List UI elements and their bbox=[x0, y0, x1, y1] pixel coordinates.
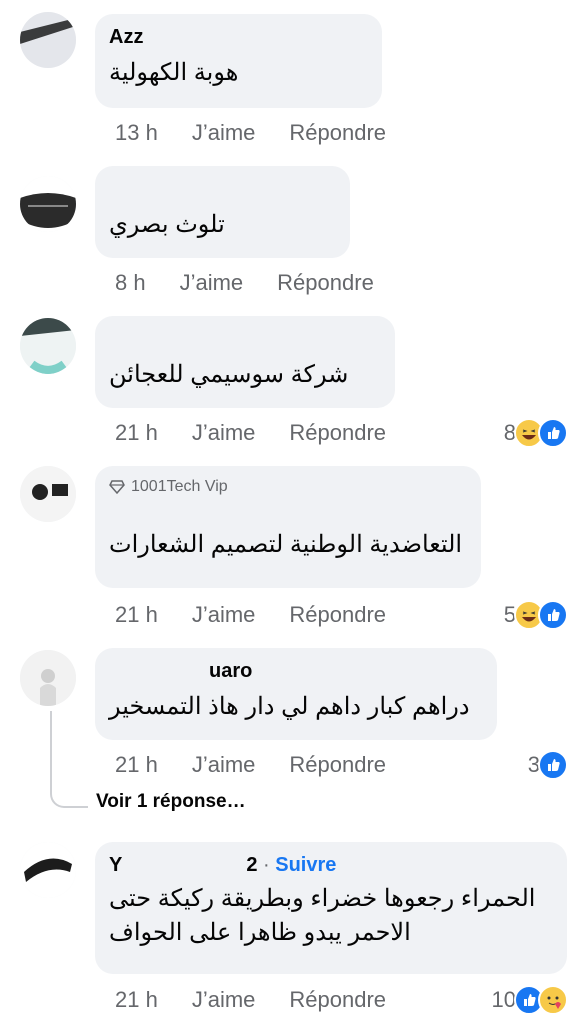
comment-time[interactable]: 21 h bbox=[115, 987, 158, 1013]
comment-author[interactable]: uaro bbox=[109, 658, 483, 684]
avatar[interactable] bbox=[20, 318, 76, 374]
comment-author[interactable]: Y2 · Suivre bbox=[109, 852, 553, 878]
reaction-summary[interactable]: 10 bbox=[492, 985, 568, 1015]
comment-actions: 21 h J’aime Répondre bbox=[115, 602, 386, 628]
avatar[interactable] bbox=[20, 842, 76, 898]
like-icon bbox=[538, 750, 568, 780]
reply-button[interactable]: Répondre bbox=[289, 752, 386, 778]
comment-text: تلوث بصري bbox=[109, 211, 225, 238]
avatar[interactable] bbox=[20, 650, 76, 706]
comment-time[interactable]: 21 h bbox=[115, 602, 158, 628]
diamond-icon bbox=[109, 480, 125, 494]
comment-text: هوبة الكهولية bbox=[109, 59, 239, 86]
comment-bubble: Y2 · Suivre الحمراء رجعوها خضراء وبطريقة… bbox=[95, 842, 567, 974]
like-button[interactable]: J’aime bbox=[192, 120, 256, 146]
comment-bubble: شركة سوسيمي للعجائن bbox=[95, 316, 395, 408]
comment-text-line-1: الحمراء رجعوها خضراء وبطريقة ركيكة حتى bbox=[109, 885, 536, 912]
comment-author[interactable] bbox=[109, 176, 336, 202]
care-icon bbox=[538, 985, 568, 1015]
thread-line bbox=[50, 711, 52, 783]
comment-actions: 8 h J’aime Répondre bbox=[115, 270, 374, 296]
comment-time[interactable]: 13 h bbox=[115, 120, 158, 146]
like-button[interactable]: J’aime bbox=[192, 987, 256, 1013]
thread-connector bbox=[50, 780, 88, 808]
like-button[interactable]: J’aime bbox=[192, 420, 256, 446]
view-replies-link[interactable]: Voir 1 réponse… bbox=[96, 791, 246, 813]
comment-actions: 13 h J’aime Répondre bbox=[115, 120, 386, 146]
comment-text-line-2: الاحمر يبدو ظاهرا على الحواف bbox=[109, 919, 411, 946]
reaction-summary[interactable]: 8 bbox=[504, 418, 568, 448]
avatar[interactable] bbox=[20, 466, 76, 522]
follow-button[interactable]: Suivre bbox=[275, 854, 336, 876]
top-fan-badge: 1001Tech Vip bbox=[109, 476, 467, 498]
comment-text: شركة سوسيمي للعجائن bbox=[109, 361, 349, 388]
reaction-count: 10 bbox=[491, 987, 516, 1012]
comment-author[interactable]: Azz bbox=[109, 24, 368, 50]
comment-time[interactable]: 8 h bbox=[115, 270, 146, 296]
comment-author[interactable] bbox=[109, 498, 467, 524]
like-icon bbox=[538, 418, 568, 448]
comment-actions: 21 h J’aime Répondre bbox=[115, 420, 386, 446]
comment-text: دراهم كبار داهم لي دار هاذ التمسخير bbox=[109, 693, 470, 720]
comment-text: التعاضدية الوطنية لتصميم الشعارات bbox=[109, 531, 463, 558]
reply-button[interactable]: Répondre bbox=[289, 602, 386, 628]
reply-button[interactable]: Répondre bbox=[289, 987, 386, 1013]
comment-bubble: تلوث بصري bbox=[95, 166, 350, 258]
reaction-summary[interactable]: 3 bbox=[528, 750, 568, 780]
like-button[interactable]: J’aime bbox=[192, 752, 256, 778]
badge-label: 1001Tech Vip bbox=[131, 478, 228, 495]
reaction-summary[interactable]: 5 bbox=[504, 600, 568, 630]
comment-bubble: Azz هوبة الكهولية bbox=[95, 14, 382, 108]
like-button[interactable]: J’aime bbox=[192, 602, 256, 628]
comment-bubble: uaro دراهم كبار داهم لي دار هاذ التمسخير bbox=[95, 648, 497, 740]
comment-author[interactable] bbox=[109, 326, 381, 352]
comment-actions: 21 h J’aime Répondre bbox=[115, 987, 386, 1013]
reply-button[interactable]: Répondre bbox=[289, 120, 386, 146]
like-icon bbox=[538, 600, 568, 630]
comment-actions: 21 h J’aime Répondre bbox=[115, 752, 386, 778]
like-button[interactable]: J’aime bbox=[180, 270, 244, 296]
comment-time[interactable]: 21 h bbox=[115, 752, 158, 778]
comment-bubble: 1001Tech Vip التعاضدية الوطنية لتصميم ال… bbox=[95, 466, 481, 588]
comment-time[interactable]: 21 h bbox=[115, 420, 158, 446]
reply-button[interactable]: Répondre bbox=[277, 270, 374, 296]
avatar[interactable] bbox=[20, 176, 76, 232]
reply-button[interactable]: Répondre bbox=[289, 420, 386, 446]
avatar[interactable] bbox=[20, 12, 76, 68]
